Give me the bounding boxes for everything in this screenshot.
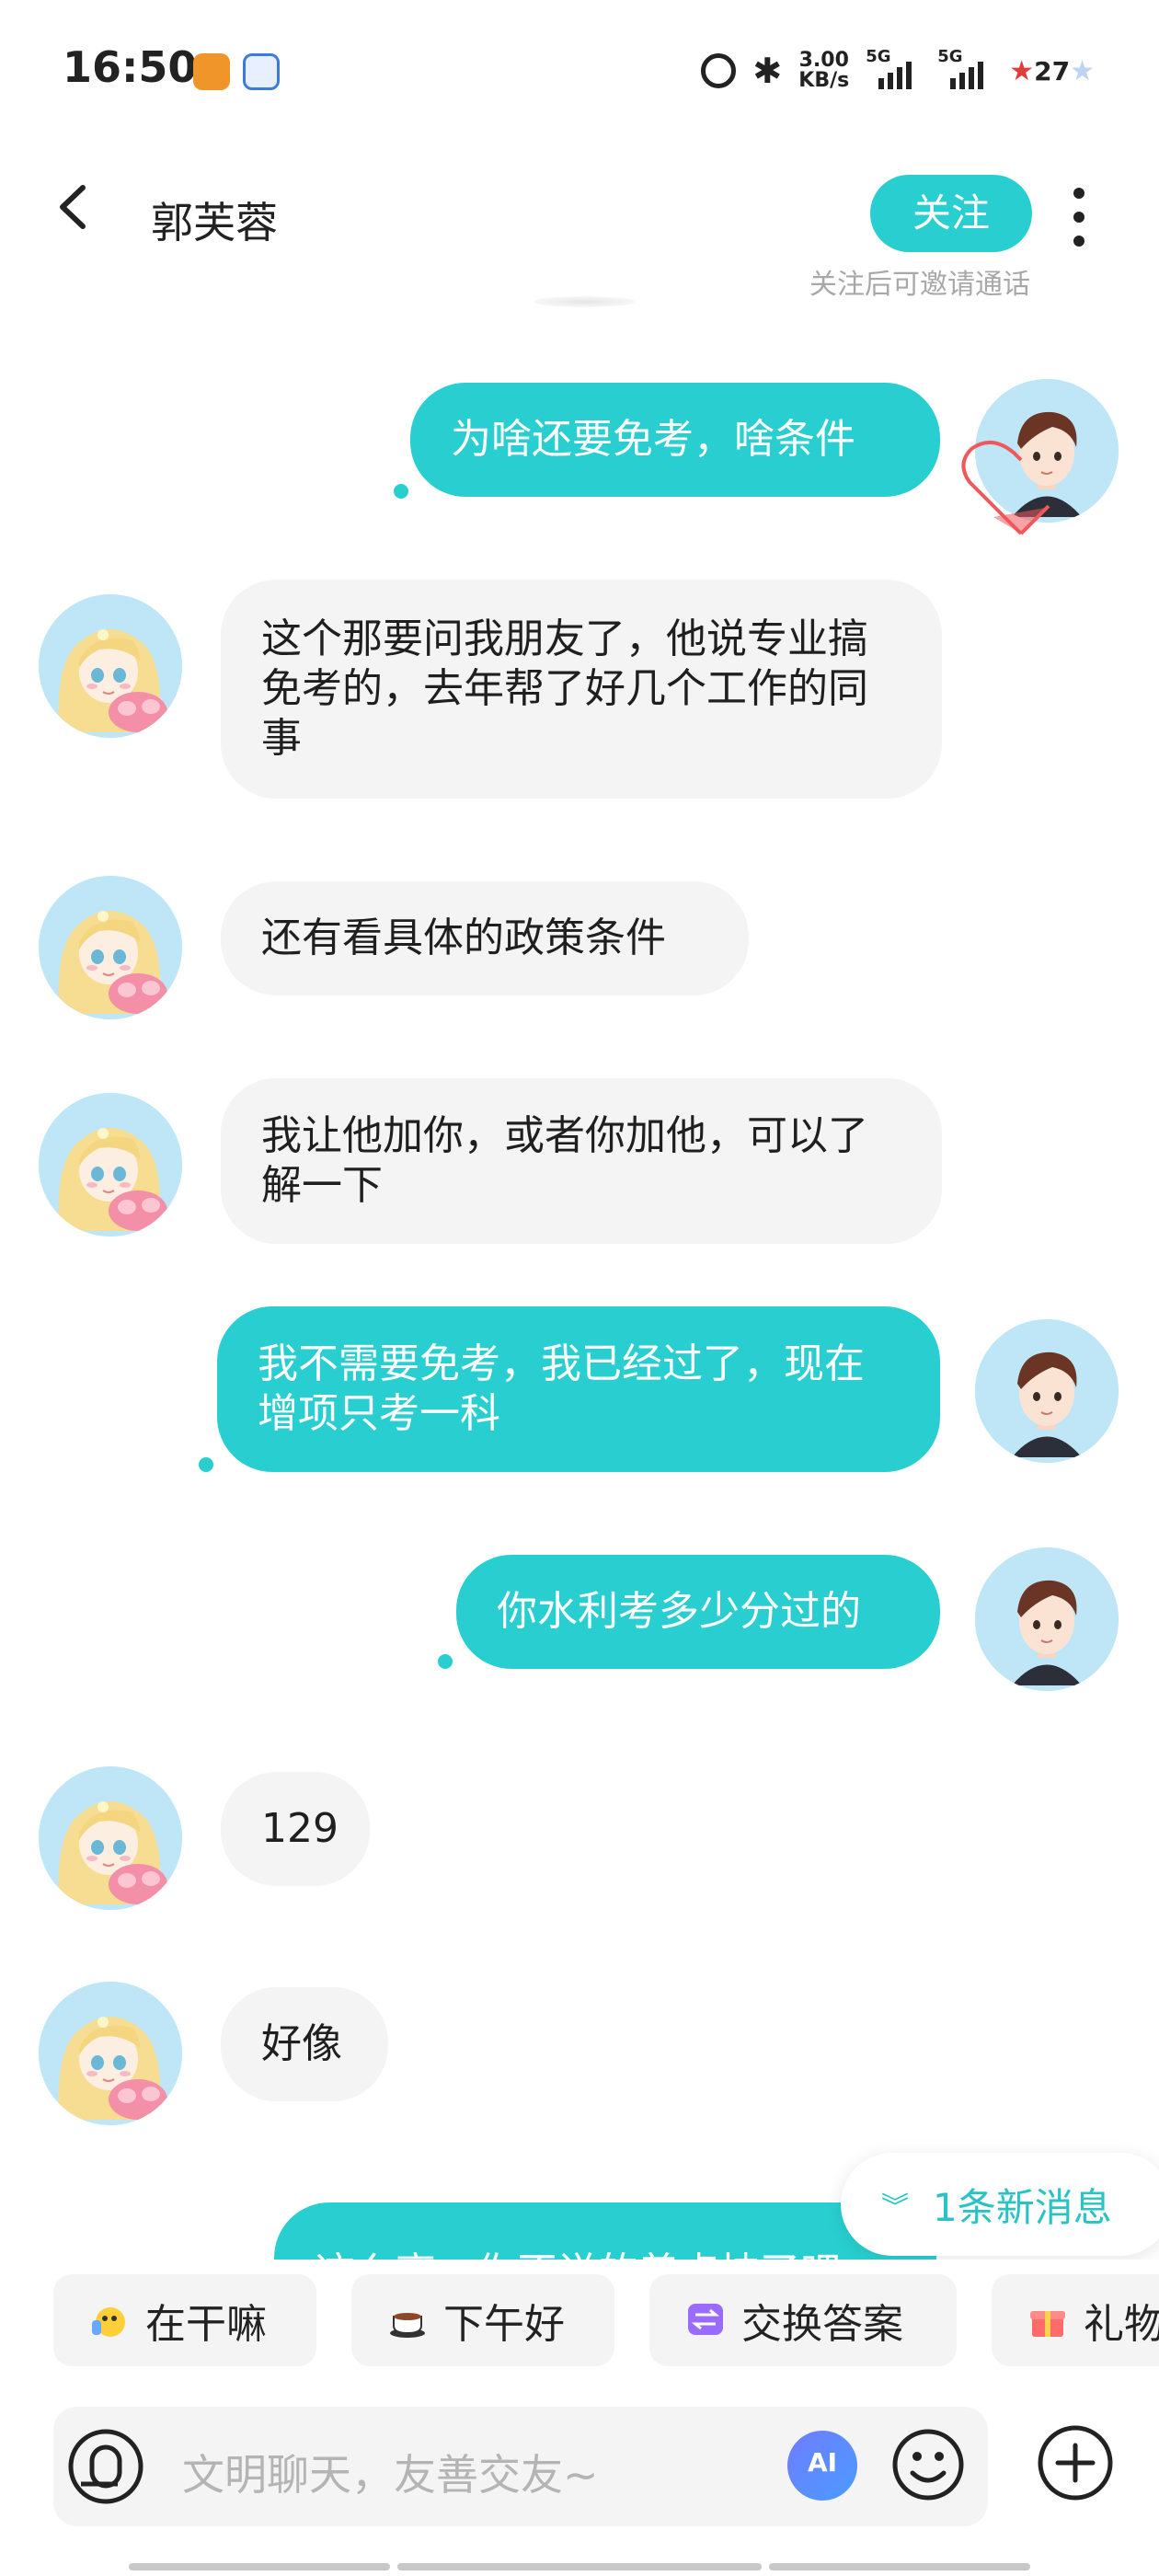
quick-reply-bar: 在干嘛 下午好 交换答案 礼物 <box>0 2260 1159 2379</box>
contact-avatar[interactable] <box>39 1093 182 1236</box>
quick-reply-label: 下午好 <box>443 2301 565 2348</box>
app-notification-icon-2 <box>243 53 280 90</box>
contact-name: 郭芙蓉 <box>151 198 278 247</box>
message-bubble-sent[interactable]: 我不需要免考，我已经过了，现在增项只考一科 <box>217 1306 940 1472</box>
scroll-shadow <box>534 296 635 307</box>
follow-button[interactable]: 关注 <box>870 175 1032 252</box>
message-bubble-received[interactable]: 129 <box>221 1772 370 1886</box>
more-options-icon[interactable] <box>1069 188 1089 247</box>
contact-avatar[interactable] <box>39 594 182 738</box>
follow-hint: 关注后可邀请通话 <box>809 269 1030 301</box>
ai-label: AI <box>807 2447 838 2478</box>
message-bubble-received[interactable]: 好像 <box>221 1987 388 2101</box>
signal-icon-2: 5G <box>937 47 993 89</box>
bluetooth-icon: ✱ <box>752 51 783 91</box>
message-bubble-received[interactable]: 还有看具体的政策条件 <box>221 881 749 995</box>
quick-reply-chip[interactable]: 礼物 <box>992 2274 1159 2366</box>
coffee-cup-icon <box>390 2313 425 2338</box>
status-icons: ✱ 3.00 KB/s 5G 5G ★ 27 ★ <box>701 47 1095 94</box>
new-message-button[interactable]: ︾ 1条新消息 <box>841 2153 1159 2256</box>
double-chevron-down-icon: ︾ <box>881 2191 909 2224</box>
gesture-bar <box>397 2563 762 2570</box>
network-speed: 3.00 KB/s <box>798 51 849 91</box>
battery-level: 27 <box>1034 55 1071 86</box>
app-notification-icon <box>193 53 230 90</box>
back-arrow-icon[interactable] <box>53 184 90 230</box>
mention-icon[interactable] <box>66 2427 145 2506</box>
star-outline-icon: ★ <box>1070 54 1095 87</box>
contact-avatar[interactable] <box>39 1982 182 2125</box>
message-input-bar: 文明聊天，友善交友~ AI <box>53 2407 988 2526</box>
status-time: 16:50 <box>63 42 198 92</box>
network-speed-unit: KB/s <box>798 69 850 92</box>
message-input[interactable]: 文明聊天，友善交友~ <box>182 2442 599 2502</box>
quick-reply-label: 礼物 <box>1084 2301 1159 2348</box>
unread-dot <box>438 1654 453 1669</box>
gift-icon <box>1030 2311 1065 2337</box>
unread-dot <box>394 484 408 499</box>
message-bubble-sent[interactable]: 为啥还要免考，啥条件 <box>410 383 940 497</box>
quick-reply-chip[interactable]: 交换答案 <box>649 2274 957 2366</box>
new-message-label: 1条新消息 <box>933 2184 1112 2230</box>
quick-reply-label: 在干嘛 <box>145 2301 267 2348</box>
quick-reply-label: 交换答案 <box>741 2301 903 2348</box>
battery-indicator: ★ 27 ★ <box>1009 55 1095 87</box>
quick-reply-chip[interactable]: 在干嘛 <box>53 2274 316 2366</box>
my-avatar[interactable] <box>975 1319 1119 1463</box>
gesture-bar <box>129 2563 390 2570</box>
ai-assistant-icon[interactable]: AI <box>787 2431 857 2501</box>
contact-avatar[interactable] <box>39 1766 182 1910</box>
heart-frame-icon <box>961 441 1050 535</box>
chat-header: 郭芙蓉 关注 关注后可邀请通话 <box>0 156 1159 304</box>
message-bubble-received[interactable]: 这个那要问我朋友了，他说专业搞免考的，去年帮了好几个工作的同事 <box>221 580 942 799</box>
waving-face-icon <box>92 2307 125 2337</box>
my-avatar[interactable] <box>975 1547 1119 1691</box>
swap-icon <box>688 2304 723 2335</box>
unread-dot <box>199 1457 213 1472</box>
quick-reply-chip[interactable]: 下午好 <box>351 2274 614 2366</box>
network-speed-value: 3.00 <box>798 49 849 72</box>
contact-avatar[interactable] <box>39 876 182 1019</box>
star-icon: ★ <box>1009 54 1035 87</box>
gesture-bar <box>769 2563 1030 2570</box>
status-bar: 16:50 ✱ 3.00 KB/s 5G 5G ★ 27 ★ <box>0 0 1159 138</box>
sim2-label: 5G <box>937 47 963 66</box>
alarm-icon <box>701 53 737 88</box>
signal-icon: 5G <box>866 47 921 89</box>
plus-icon[interactable] <box>1036 2423 1115 2502</box>
message-bubble-received[interactable]: 我让他加你，或者你加他，可以了解一下 <box>221 1078 942 1244</box>
message-bubble-sent[interactable]: 你水利考多少分过的 <box>456 1555 940 1669</box>
emoji-icon[interactable] <box>890 2427 966 2502</box>
sim1-label: 5G <box>866 47 891 66</box>
